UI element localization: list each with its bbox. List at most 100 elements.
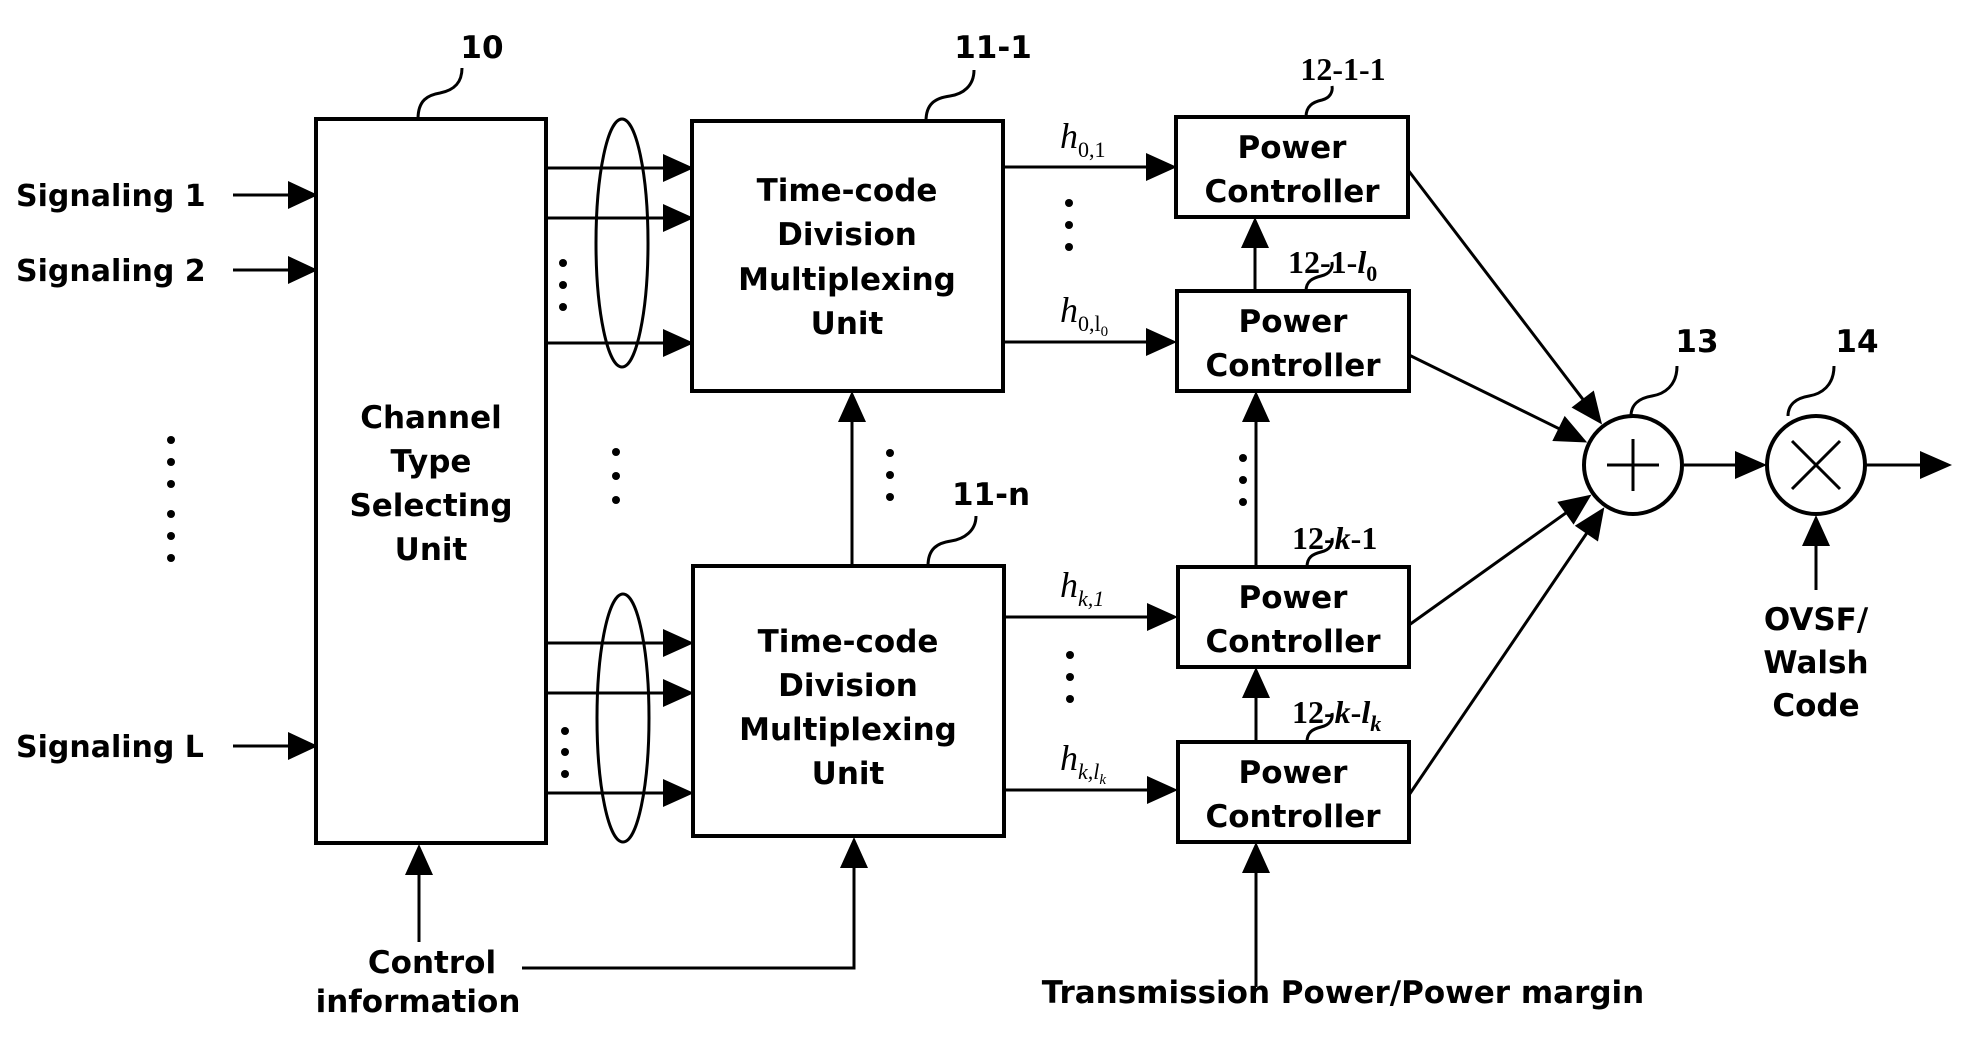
output-label-h0l0: h0,l0 (1060, 290, 1108, 340)
tdm-unit-11-n: Time-code Division Multiplexing Unit 11-… (691, 477, 1030, 838)
arrowhead-icon (838, 391, 866, 422)
arrowhead-icon (1147, 776, 1178, 804)
input-signaling-l: Signaling L (16, 730, 318, 765)
tdm-link (838, 391, 894, 566)
channel-unit-line: Type (391, 444, 472, 480)
arrowhead-icon (663, 204, 694, 232)
output-label-hklk: hk,lk (1060, 738, 1106, 788)
tdm-1-outputs: h0,1 h0,l0 (1003, 116, 1177, 356)
ref-leader-11-1 (924, 69, 976, 122)
ref-label: 12-k-1 (1292, 520, 1377, 556)
ellipsis-dot (1239, 498, 1247, 506)
input-label: Signaling L (16, 730, 204, 765)
arrowhead-icon (1920, 451, 1952, 479)
ellipsis-dot (1066, 651, 1074, 659)
tdm-unit-line: Unit (811, 306, 884, 342)
ellipsis-dot (559, 281, 567, 289)
code-label-line: OVSF/ (1764, 602, 1869, 638)
channel-unit-box (314, 117, 548, 845)
power-controller-line: Power (1239, 304, 1349, 340)
bus-group-ellipse (594, 117, 650, 369)
input-label: Signaling 1 (16, 179, 206, 214)
ellipsis-dot (886, 471, 894, 479)
block-diagram: Signaling 1 Signaling 2 Signaling L Chan… (16, 30, 1952, 1020)
ellipsis-dot (167, 458, 175, 466)
tdm-unit-line: Division (778, 668, 918, 704)
arrowhead-icon (1242, 842, 1270, 873)
input-label: Signaling 2 (16, 254, 206, 289)
ref-leader-14 (1786, 365, 1836, 417)
tdm-unit-line: Multiplexing (739, 712, 957, 748)
adder: 13 (1406, 169, 1719, 796)
ellipsis-dot (167, 510, 175, 518)
ellipsis-dot (612, 448, 620, 456)
power-controller-line: Controller (1205, 348, 1381, 384)
ref-label: 12-1-1 (1300, 51, 1385, 87)
transmission-power-input: Transmission Power/Power margin (1042, 842, 1645, 1011)
control-label-line: information (316, 984, 521, 1020)
arrowhead-icon (1241, 217, 1269, 248)
arrowhead-icon (1146, 153, 1177, 181)
arrowhead-icon (1146, 328, 1177, 356)
ellipsis-dot (1239, 476, 1247, 484)
power-controller-12-1-l0: Power Controller 12-1-l0 (1175, 244, 1411, 393)
bus-ellipsis-dots (612, 448, 620, 504)
ellipsis-dot (167, 532, 175, 540)
ellipsis-dot (1065, 199, 1073, 207)
arrowhead-icon (663, 154, 694, 182)
ellipsis-dot (1066, 695, 1074, 703)
ellipsis-dot (886, 493, 894, 501)
ellipsis-dot (886, 449, 894, 457)
ref-label-11-1: 11-1 (954, 30, 1032, 66)
bus-group-ellipse (595, 592, 651, 844)
ellipsis-dot (167, 436, 175, 444)
arrowhead-icon (288, 181, 318, 209)
ellipsis-dot (559, 303, 567, 311)
arrowhead-icon (1242, 667, 1270, 698)
power-input-label: Transmission Power/Power margin (1042, 975, 1645, 1011)
control-label-line: Control (368, 945, 496, 981)
power-controller-12-k-1: Power Controller 12-k-1 (1176, 520, 1411, 669)
output-label-hk1: hk,1 (1060, 565, 1104, 611)
ellipsis-dot (167, 554, 175, 562)
power-controller-line: Power (1238, 130, 1348, 166)
ovsf-code-input: OVSF/ Walsh Code (1763, 515, 1869, 724)
ref-label-10: 10 (460, 30, 503, 66)
adder-input-line (1408, 509, 1570, 627)
ellipsis-dot (1065, 243, 1073, 251)
arrowhead-icon (840, 837, 868, 868)
arrowhead-icon (1242, 391, 1270, 422)
arrowhead-icon (1802, 515, 1830, 546)
tdm-unit-11-1: Time-code Division Multiplexing Unit 11-… (690, 30, 1032, 393)
multiplier: 14 (1765, 324, 1879, 516)
bus-to-tdm-1 (546, 117, 694, 369)
output-label-h01: h0,1 (1060, 116, 1106, 162)
ref-leader-11-n (926, 515, 978, 567)
control-information-input: Control information (316, 837, 868, 1020)
arrowhead-icon (663, 329, 694, 357)
tdm-unit-line: Division (777, 217, 917, 253)
input-signaling-2: Signaling 2 (16, 254, 318, 289)
arrowhead-icon (1147, 603, 1178, 631)
ref-label: 12-k-lk (1292, 694, 1381, 736)
arrowhead-icon (1571, 390, 1603, 425)
arrowhead-icon (663, 679, 694, 707)
input-ellipsis-dots (167, 436, 175, 562)
power-controller-line: Power (1239, 580, 1349, 616)
ellipsis-dot (561, 727, 569, 735)
control-line (522, 863, 856, 970)
ellipsis-dot (1239, 454, 1247, 462)
ref-label-14: 14 (1835, 324, 1878, 360)
adder-input-line (1407, 529, 1590, 796)
tdm-unit-line: Time-code (758, 624, 939, 660)
power-controller-line: Power (1239, 755, 1349, 791)
adder-input-line (1408, 353, 1563, 432)
ref-leader-10 (416, 67, 464, 120)
channel-type-selecting-unit: Channel Type Selecting Unit 10 (314, 30, 548, 845)
ellipsis-dot (167, 480, 175, 488)
code-label-line: Code (1772, 688, 1859, 724)
ellipsis-dot (1066, 673, 1074, 681)
ellipsis-dot (1065, 221, 1073, 229)
bus-to-tdm-n (546, 592, 694, 844)
tdm-unit-line: Multiplexing (738, 262, 956, 298)
